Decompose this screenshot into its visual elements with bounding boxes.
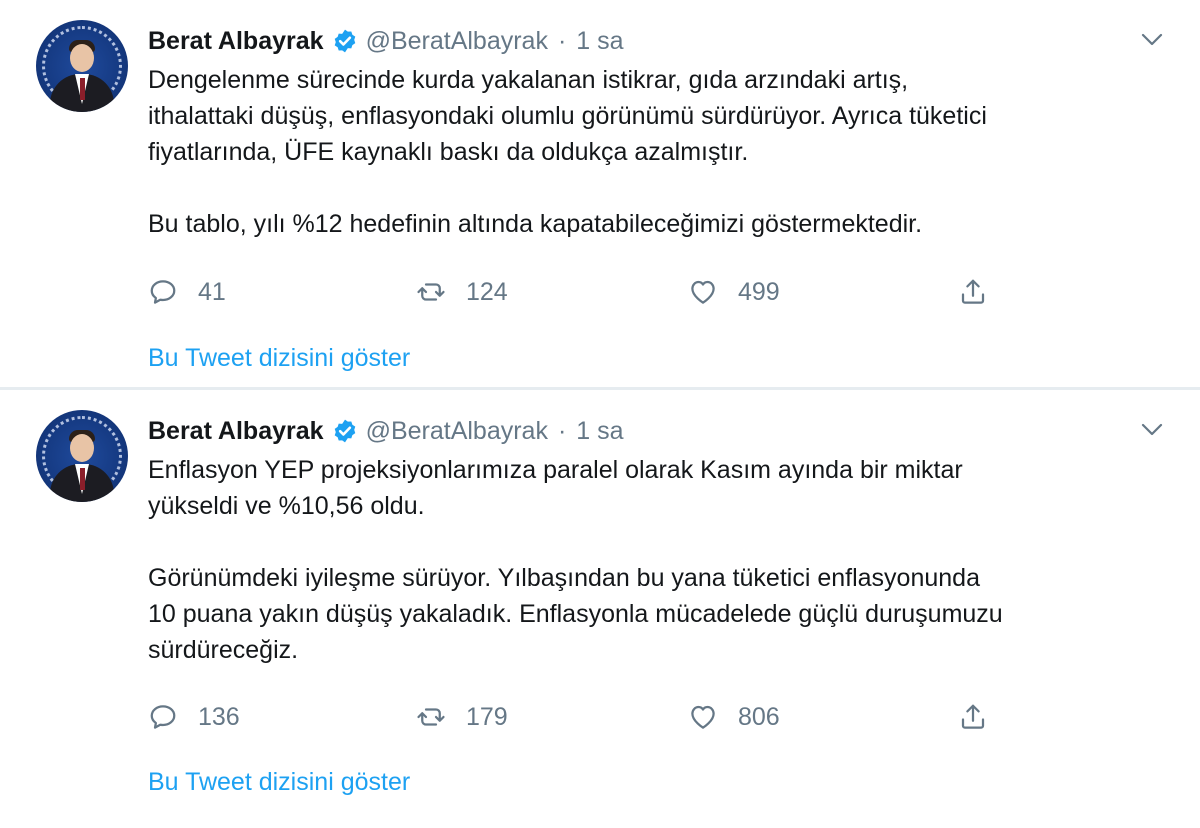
reply-count: 41 [198, 277, 226, 306]
like-button[interactable]: 499 [688, 274, 780, 310]
retweet-icon [417, 708, 445, 726]
tweet-text: Dengelenme sürecinde kurda yakalanan ist… [148, 62, 1168, 242]
chevron-down-icon[interactable] [1140, 422, 1164, 438]
timestamp[interactable]: 1 sa [576, 417, 623, 446]
retweet-button[interactable]: 124 [416, 274, 508, 310]
tweet-feed: Berat Albayrak @BeratAlbayrak · 1 sa Den… [0, 0, 1200, 828]
share-button[interactable] [958, 274, 988, 310]
like-count: 806 [738, 702, 780, 731]
tweet-paragraph: Bu tablo, yılı %12 hedefinin altında kap… [148, 210, 923, 238]
author-handle[interactable]: @BeratAlbayrak [366, 417, 548, 446]
reply-count: 136 [198, 702, 240, 731]
tweet-actions: 41 124 499 [148, 274, 1028, 310]
verified-badge-icon [334, 419, 355, 443]
separator: · [557, 26, 567, 55]
heart-icon [691, 280, 715, 304]
retweet-button[interactable]: 179 [416, 699, 508, 735]
avatar[interactable] [36, 410, 128, 502]
tweet-text: Enflasyon YEP projeksiyonlarımıza parale… [148, 452, 1168, 668]
tweet-paragraph: Dengelenme sürecinde kurda yakalanan ist… [148, 66, 987, 166]
tweet-actions: 136 179 806 [148, 699, 1028, 735]
tweet[interactable]: Berat Albayrak @BeratAlbayrak · 1 sa Enf… [0, 390, 1200, 828]
share-icon [961, 279, 985, 304]
timestamp[interactable]: 1 sa [576, 27, 623, 56]
tweet-paragraph: Görünümdeki iyileşme sürüyor. Yılbaşında… [148, 564, 1003, 664]
retweet-count: 179 [466, 702, 508, 731]
share-button[interactable] [958, 699, 988, 735]
like-count: 499 [738, 277, 780, 306]
show-thread-link[interactable]: Bu Tweet dizisini göster [148, 768, 410, 797]
separator: · [557, 416, 567, 445]
tweet-header: Berat Albayrak @BeratAlbayrak · 1 sa [148, 414, 624, 448]
chevron-down-icon[interactable] [1140, 32, 1164, 48]
tweet-paragraph: Enflasyon YEP projeksiyonlarımıza parale… [148, 456, 963, 520]
avatar[interactable] [36, 20, 128, 112]
reply-icon [150, 705, 176, 729]
author-handle[interactable]: @BeratAlbayrak [366, 27, 548, 56]
reply-button[interactable]: 41 [148, 274, 226, 310]
show-thread-link[interactable]: Bu Tweet dizisini göster [148, 344, 410, 373]
author-name[interactable]: Berat Albayrak [148, 417, 324, 446]
reply-icon [150, 280, 176, 304]
share-icon [961, 704, 985, 729]
heart-icon [691, 705, 715, 729]
tweet[interactable]: Berat Albayrak @BeratAlbayrak · 1 sa Den… [0, 0, 1200, 388]
tweet-header: Berat Albayrak @BeratAlbayrak · 1 sa [148, 24, 624, 58]
reply-button[interactable]: 136 [148, 699, 240, 735]
verified-badge-icon [334, 29, 355, 53]
like-button[interactable]: 806 [688, 699, 780, 735]
author-name[interactable]: Berat Albayrak [148, 27, 324, 56]
retweet-icon [417, 283, 445, 301]
retweet-count: 124 [466, 277, 508, 306]
